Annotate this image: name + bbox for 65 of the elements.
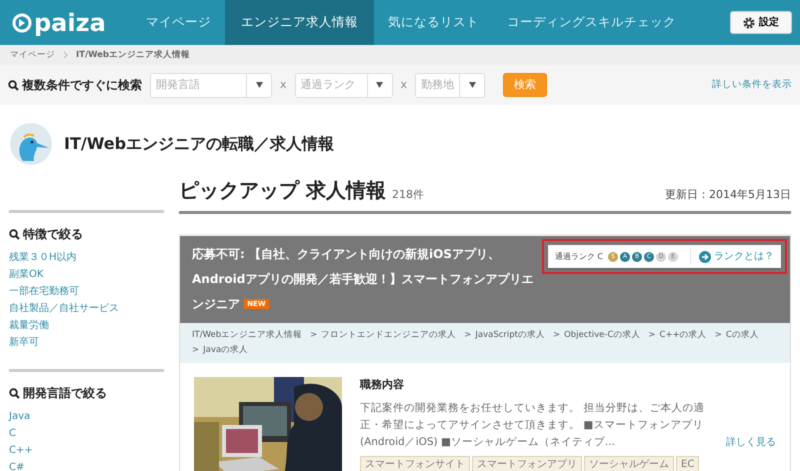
separator: > bbox=[464, 330, 472, 340]
search-icon bbox=[9, 388, 20, 398]
filter-dropdown[interactable]: 開発言語 bbox=[150, 72, 272, 98]
sidebar-link[interactable]: C# bbox=[9, 459, 24, 471]
page-title: IT/Webエンジニアの転職／求人情報 bbox=[64, 133, 334, 155]
chevron-icon bbox=[63, 51, 68, 59]
sidebar-link[interactable]: Java bbox=[9, 408, 30, 425]
caret-icon bbox=[468, 82, 476, 88]
sidebar-link[interactable]: 副業OK bbox=[9, 266, 44, 283]
sidebar-link[interactable]: 残業３０H以内 bbox=[9, 249, 77, 266]
separator: > bbox=[310, 330, 318, 340]
nav-tab[interactable]: マイページ bbox=[132, 0, 225, 45]
logo-text: paiza bbox=[34, 8, 106, 38]
section-heading: ピックアップ 求人情報 bbox=[179, 177, 386, 204]
search-icon bbox=[8, 80, 19, 90]
sidebar-heading: 開発言語で絞る bbox=[23, 385, 107, 402]
separator: x bbox=[280, 76, 287, 93]
rank-info-link[interactable]: ランクとは？ bbox=[690, 249, 774, 264]
category-link[interactable]: Objective-Cの求人 bbox=[564, 330, 640, 340]
tag[interactable]: EC bbox=[676, 456, 700, 471]
settings-button[interactable]: 設定 bbox=[730, 11, 792, 34]
filter-dropdown[interactable]: 通過ランク bbox=[294, 72, 393, 98]
nav-tab[interactable]: コーディングスキルチェック bbox=[492, 0, 690, 45]
sidebar-link[interactable]: 自社製品／自社サービス bbox=[9, 300, 119, 317]
logo-icon bbox=[12, 12, 32, 32]
search-button[interactable]: 検索 bbox=[503, 72, 548, 98]
separator: > bbox=[714, 330, 722, 340]
separator: > bbox=[192, 345, 200, 356]
caret-icon bbox=[376, 82, 384, 88]
job-description: 下記案件の開発業務をお任せしていきます。 担当分野は、ご本人の適正・希望によってアサインさせて頂きます。 ■スマートフォンアプリ(Android／iOS) ■ソーシャルゲーム（ネイティブ... bbox=[360, 400, 706, 450]
tag[interactable]: スマートフォンサイト bbox=[360, 456, 470, 471]
filter-dropdown[interactable]: 勤務地 bbox=[415, 72, 486, 98]
nav-tab[interactable]: エンジニア求人情報 bbox=[224, 0, 374, 45]
sidebar-link[interactable]: 新卒可 bbox=[9, 334, 39, 351]
advanced-search-link[interactable]: 詳しい条件を表示 bbox=[712, 78, 792, 92]
search-icon bbox=[9, 228, 20, 240]
sidebar-link[interactable]: 一部在宅勤務可 bbox=[9, 283, 79, 300]
arrow-icon bbox=[699, 250, 711, 262]
separator: > bbox=[552, 330, 560, 340]
category-link[interactable]: Cの求人 bbox=[726, 330, 759, 340]
category-link[interactable]: Javaの求人 bbox=[203, 345, 248, 356]
sidebar-heading: 特徴で絞る bbox=[23, 226, 83, 243]
sidebar-link[interactable]: 裁量労働 bbox=[9, 317, 49, 334]
breadcrumb-link[interactable]: マイページ bbox=[10, 48, 55, 62]
section-title: 職務内容 bbox=[360, 377, 405, 394]
nav-tab[interactable]: 気になるリスト bbox=[374, 0, 493, 45]
category-link[interactable]: C++の求人 bbox=[660, 330, 707, 340]
settings-icon bbox=[743, 16, 755, 28]
bird-logo-icon bbox=[10, 123, 52, 165]
category-link[interactable]: IT/Webエンジニア求人情報 bbox=[192, 330, 302, 340]
breadcrumb-link[interactable]: IT/Webエンジニア求人情報 bbox=[76, 48, 190, 62]
separator: > bbox=[648, 330, 656, 340]
caret-icon bbox=[256, 82, 262, 88]
search-label: 複数条件ですぐに検索 bbox=[22, 77, 142, 94]
category-link[interactable]: フロントエンドエンジニアの求人 bbox=[321, 330, 456, 340]
updated-date: 更新日：2014年5月13日 bbox=[665, 186, 791, 202]
result-count: 218件 bbox=[392, 186, 424, 202]
tag[interactable]: スマートフォンアプリ bbox=[472, 456, 582, 471]
rank-label: 通過ランク C bbox=[554, 250, 603, 262]
read-more-link[interactable]: 詳しく見る bbox=[726, 434, 776, 451]
sidebar-link[interactable]: C bbox=[9, 425, 16, 442]
sidebar-link[interactable]: C++ bbox=[9, 442, 33, 459]
category-link[interactable]: JavaScriptの求人 bbox=[475, 330, 545, 340]
tag[interactable]: ソーシャルゲーム bbox=[584, 456, 674, 471]
separator: x bbox=[400, 76, 408, 93]
